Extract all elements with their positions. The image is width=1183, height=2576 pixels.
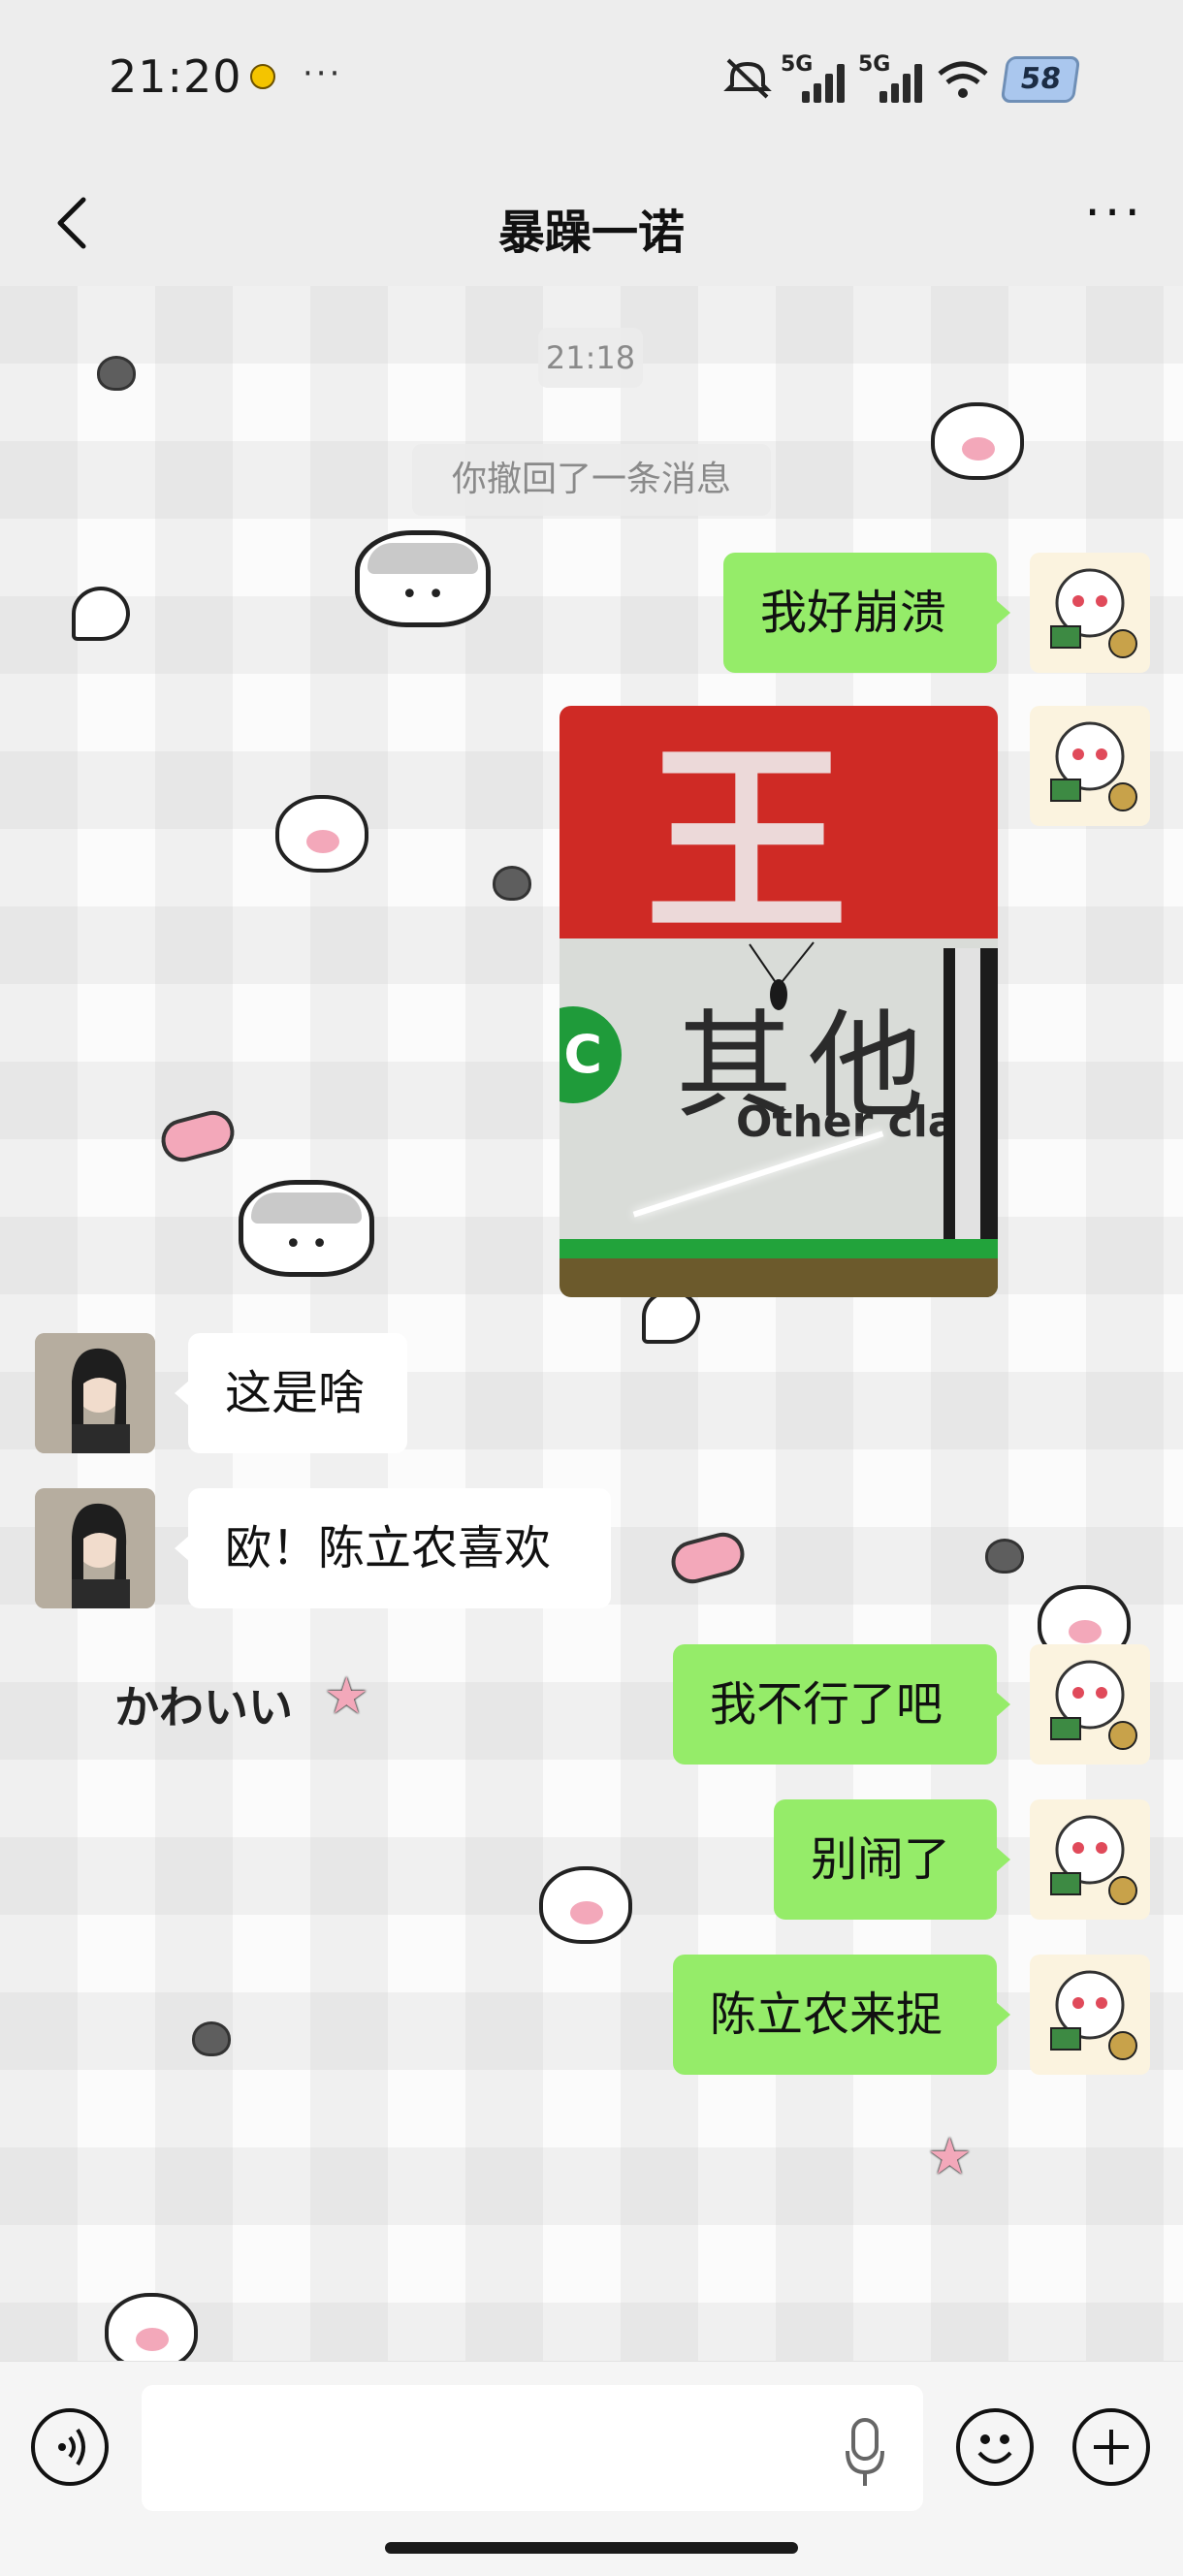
paw-sticker-icon xyxy=(539,1866,632,1944)
wifi-icon xyxy=(938,61,988,98)
kawaii-sticker-text: かわいい xyxy=(114,1681,293,1733)
battery-indicator: 58 xyxy=(1000,56,1081,103)
contact-message-bubble[interactable]: 欧！陈立农喜欢 xyxy=(175,1488,611,1608)
bow-sticker-icon xyxy=(666,1527,750,1589)
my-avatar[interactable] xyxy=(1030,553,1150,673)
sheep-avatar-icon xyxy=(1050,1660,1137,1750)
signal-bars-icon-2 xyxy=(879,64,926,103)
emoji-button[interactable] xyxy=(956,2408,1034,2486)
sheep-avatar-icon xyxy=(1050,568,1137,658)
photo-red-banner-glyph: 王 xyxy=(645,723,849,961)
sheep-avatar-icon xyxy=(1050,1970,1137,2060)
wing-sticker-icon xyxy=(642,1289,700,1344)
emoji-status-icon xyxy=(250,64,275,89)
photo-green-stripe xyxy=(560,1239,998,1258)
my-avatar[interactable] xyxy=(1030,1799,1150,1920)
contact-message-bubble[interactable]: 这是啥 xyxy=(175,1333,407,1453)
message-timestamp: 21:18 xyxy=(538,328,643,388)
my-message-bubble[interactable]: 我不行了吧 xyxy=(673,1644,1010,1765)
status-time: 21:20 xyxy=(109,50,242,103)
chat-message-list[interactable]: ★ ★ かわいい xyxy=(0,286,1183,2361)
smiley-icon xyxy=(977,2434,1012,2464)
signal-bars-icon xyxy=(802,64,848,103)
paw-sticker-icon xyxy=(105,2293,198,2361)
heart-sticker-icon xyxy=(985,1539,1024,1574)
my-message-bubble[interactable]: 我好崩溃 xyxy=(723,553,1010,673)
contact-avatar[interactable] xyxy=(35,1333,155,1453)
bow-sticker-icon xyxy=(156,1105,240,1167)
cat-sticker-icon xyxy=(355,530,491,627)
status-bar: 21:20 ··· 5G 5G 58 xyxy=(0,0,1183,155)
paw-sticker-icon xyxy=(931,402,1024,480)
chat-header: 暴躁一诺 ··· xyxy=(0,155,1183,286)
girl-avatar-icon xyxy=(35,1488,155,1608)
sheep-avatar-icon xyxy=(1050,721,1137,811)
my-avatar[interactable] xyxy=(1030,1955,1150,2075)
my-avatar[interactable] xyxy=(1030,1644,1150,1765)
contact-avatar[interactable] xyxy=(35,1488,155,1608)
heart-sticker-icon xyxy=(192,2021,231,2056)
plus-icon xyxy=(1094,2430,1129,2465)
voice-input-button[interactable] xyxy=(31,2408,109,2486)
status-icons: 5G 5G 58 xyxy=(722,50,1081,105)
my-message-bubble[interactable]: 陈立农来捉 xyxy=(673,1955,1010,2075)
wing-sticker-icon xyxy=(72,587,130,641)
cockroach-icon xyxy=(749,941,815,1010)
girl-avatar-icon xyxy=(35,1333,155,1453)
heart-sticker-icon xyxy=(493,866,531,901)
more-options-button[interactable]: ··· xyxy=(1084,184,1144,242)
home-indicator[interactable] xyxy=(385,2542,798,2554)
photo-bottom-edge xyxy=(560,1258,998,1297)
my-message-bubble[interactable]: 别闹了 xyxy=(774,1799,1010,1920)
recall-notice: 你撤回了一条消息 xyxy=(412,444,771,516)
paw-sticker-icon xyxy=(275,795,368,873)
cat-sticker-icon xyxy=(239,1180,374,1277)
message-input-field[interactable] xyxy=(142,2385,923,2511)
mute-icon xyxy=(723,58,772,99)
voice-wave-icon xyxy=(58,2428,85,2466)
chat-title: 暴躁一诺 xyxy=(497,206,685,260)
microphone-icon[interactable] xyxy=(844,2418,886,2488)
star-sticker-icon: ★ xyxy=(927,2128,973,2186)
star-sticker-icon: ★ xyxy=(324,1668,369,1726)
shared-photo[interactable]: 王 C 其他 Other clas xyxy=(560,706,998,1297)
sheep-avatar-icon xyxy=(1050,1815,1137,1905)
heart-sticker-icon xyxy=(97,356,136,391)
my-avatar[interactable] xyxy=(1030,706,1150,826)
more-actions-button[interactable] xyxy=(1072,2408,1150,2486)
more-notifications-icon: ··· xyxy=(303,54,343,93)
